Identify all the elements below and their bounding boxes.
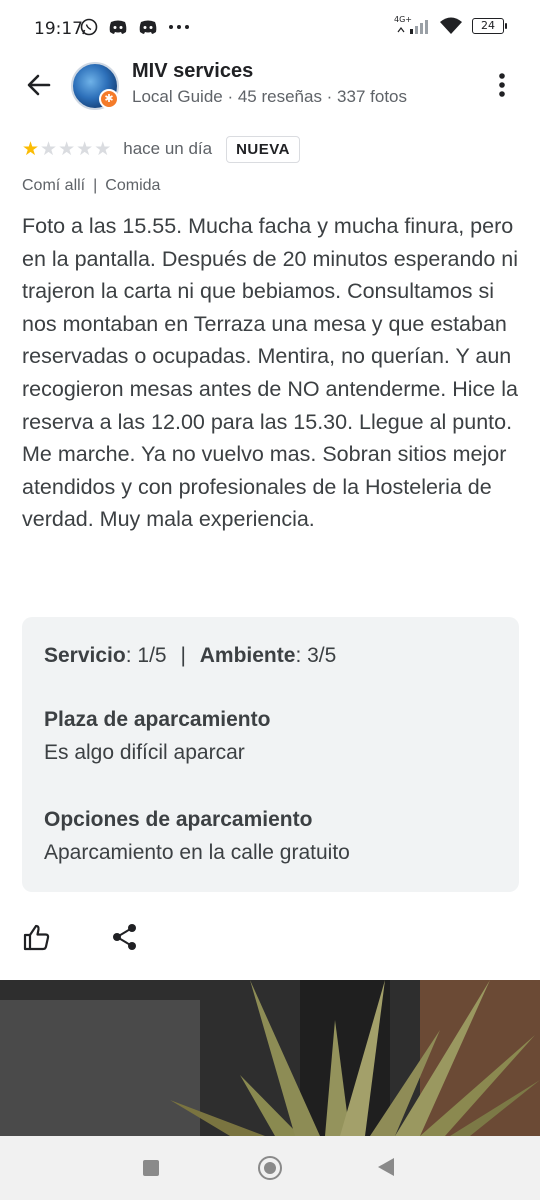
wifi-icon	[440, 17, 462, 34]
ratings-summary: Servicio: 1/5 | Ambiente: 3/5	[44, 644, 336, 668]
discord-icon	[139, 20, 157, 34]
share-icon[interactable]	[111, 922, 139, 952]
star-icon: ★	[58, 138, 76, 160]
parking-options-value: Aparcamiento en la calle gratuito	[44, 841, 350, 864]
system-nav-bar	[0, 1136, 540, 1200]
service-label: Servicio	[44, 644, 126, 667]
star-icon: ★	[76, 138, 94, 160]
more-vert-icon[interactable]	[490, 70, 514, 100]
review-actions	[0, 916, 540, 960]
review-date: hace un día	[123, 139, 213, 158]
local-guide-badge-icon: ✱	[99, 89, 119, 109]
visit-tags: Comí allí | Comida	[22, 177, 160, 195]
star-rating: ★ ★ ★ ★ ★	[22, 140, 111, 159]
parking-value: Es algo difícil aparcar	[44, 741, 245, 764]
attributes-card: Servicio: 1/5 | Ambiente: 3/5 Plaza de a…	[22, 617, 519, 892]
thumb-up-icon[interactable]	[22, 922, 52, 952]
discord-icon	[109, 20, 127, 34]
system-back-button[interactable]	[378, 1158, 394, 1176]
author-meta: Local Guide · 45 reseñas · 337 fotos	[132, 87, 407, 106]
recents-button[interactable]	[143, 1160, 159, 1176]
review-text: Foto a las 15.55. Mucha facha y mucha fi…	[22, 214, 519, 532]
network-type: 4G+	[394, 15, 412, 24]
status-bar: 19:17 4G+ 24	[0, 0, 540, 60]
status-time: 19:17	[34, 19, 83, 39]
new-badge: NUEVA	[226, 135, 300, 163]
ambience-value: : 3/5	[295, 644, 337, 667]
parking-title: Plaza de aparcamiento	[44, 708, 271, 731]
rating-row: ★ ★ ★ ★ ★ hace un día NUEVA	[22, 133, 300, 165]
star-icon: ★	[40, 138, 58, 160]
star-icon: ★	[22, 138, 40, 160]
more-notifications-icon	[169, 25, 189, 29]
ambience-label: Ambiente	[199, 644, 296, 667]
review-photo[interactable]	[0, 980, 540, 1136]
system-icons: 4G+ 24	[394, 15, 507, 35]
signal-icon: 4G+	[394, 15, 430, 35]
attributes-divider: |	[180, 644, 186, 667]
battery-icon: 24	[472, 18, 507, 34]
review-header: ✱ MIV services Local Guide · 45 reseñas …	[0, 56, 540, 116]
plant-photo-image	[0, 980, 540, 1136]
star-icon: ★	[94, 138, 112, 160]
author-name[interactable]: MIV services	[132, 60, 253, 83]
whatsapp-icon	[80, 18, 98, 36]
parking-options-title: Opciones de aparcamiento	[44, 808, 313, 831]
notification-icons	[80, 18, 190, 36]
back-arrow-icon[interactable]	[22, 68, 56, 102]
tag-ate-there: Comí allí	[22, 177, 86, 194]
service-value: : 1/5	[125, 644, 167, 667]
tag-separator: |	[93, 177, 98, 194]
tag-meal-type: Comida	[105, 177, 161, 194]
home-button[interactable]	[258, 1156, 282, 1180]
